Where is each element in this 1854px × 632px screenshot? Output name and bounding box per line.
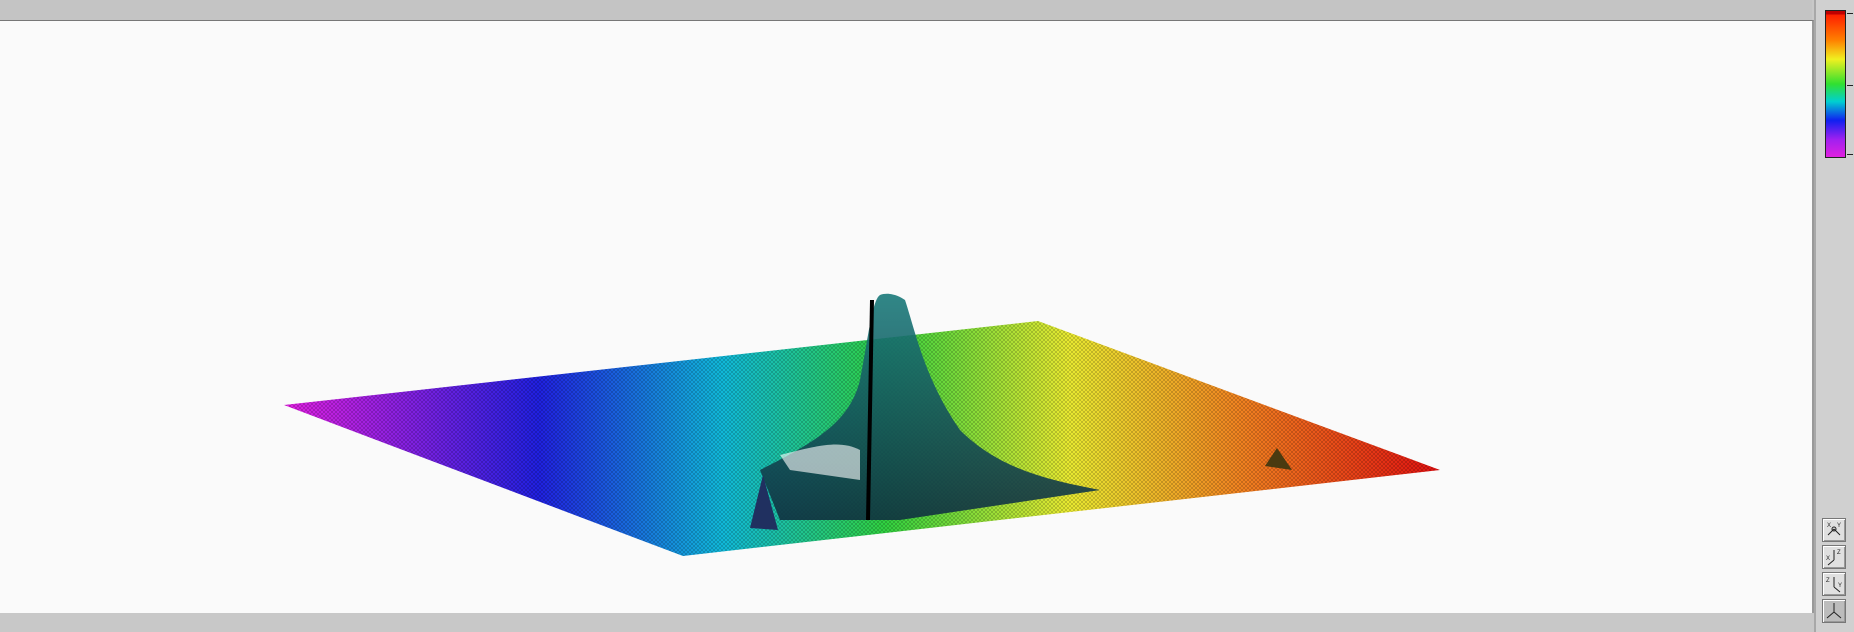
color-ramp[interactable] [1825, 10, 1846, 158]
svg-text:Z: Z [1826, 578, 1830, 584]
svg-text:Y: Y [1838, 583, 1842, 589]
svg-text:X: X [1827, 523, 1831, 529]
yz-view-icon: ZY [1826, 577, 1842, 593]
ramp-tick-max [1847, 13, 1853, 14]
xy-view-button[interactable]: XY [1822, 518, 1846, 542]
surface-plot[interactable] [0, 0, 1812, 632]
svg-text:X: X [1826, 556, 1830, 562]
svg-text:Y: Y [1837, 523, 1841, 529]
yz-view-button[interactable]: ZY [1822, 572, 1846, 596]
svg-text:Z: Z [1837, 550, 1841, 556]
xy-view-icon: XY [1827, 523, 1841, 536]
ramp-tick-mid [1847, 85, 1853, 86]
default-3d-view-button[interactable] [1822, 599, 1846, 623]
default-3d-view-icon [1826, 603, 1842, 619]
ramp-tick-min [1847, 154, 1853, 155]
xz-view-icon: ZX [1826, 550, 1841, 566]
xz-view-button[interactable]: ZX [1822, 545, 1846, 569]
